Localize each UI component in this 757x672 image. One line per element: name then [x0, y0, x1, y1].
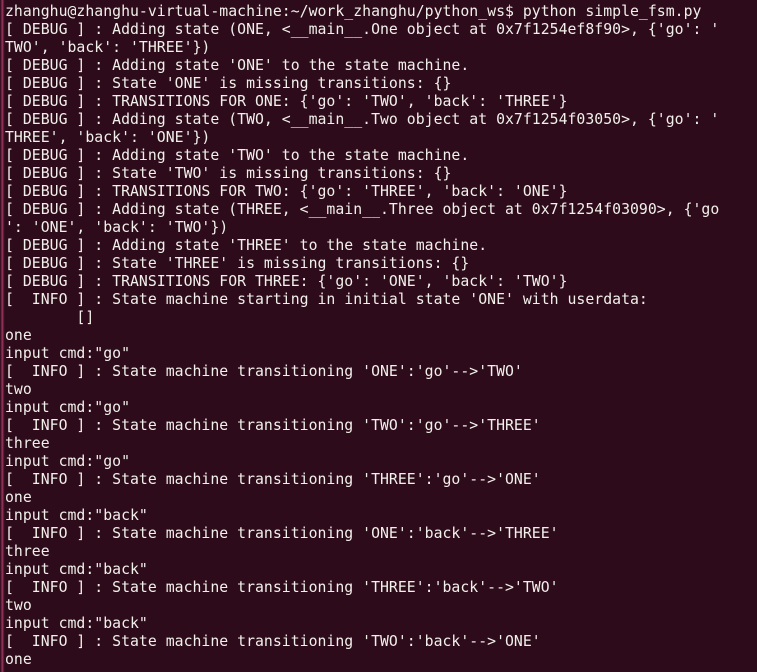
terminal-scrollbar[interactable]	[0, 0, 5, 672]
terminal-line: [ INFO ] : State machine transitioning '…	[5, 363, 523, 380]
terminal-line: [ INFO ] : State machine transitioning '…	[5, 471, 541, 488]
terminal-line: [ INFO ] : State machine starting in ini…	[5, 291, 648, 308]
terminal-line: input cmd:"go"	[5, 399, 130, 416]
terminal-line: one	[5, 327, 32, 344]
terminal-line: TWO', 'back': 'THREE'})	[5, 39, 211, 56]
terminal-line: [ DEBUG ] : TRANSITIONS FOR ONE: {'go': …	[5, 93, 568, 110]
terminal-line: [ DEBUG ] : Adding state 'TWO' to the st…	[5, 147, 470, 164]
terminal-line: [ DEBUG ] : State 'THREE' is missing tra…	[5, 255, 470, 272]
terminal-line: ': 'ONE', 'back': 'TWO'})	[5, 219, 229, 236]
terminal-line: [ DEBUG ] : TRANSITIONS FOR THREE: {'go'…	[5, 273, 568, 290]
terminal-line: [ DEBUG ] : TRANSITIONS FOR TWO: {'go': …	[5, 183, 568, 200]
terminal-line: THREE', 'back': 'ONE'})	[5, 129, 211, 146]
terminal-line: two	[5, 381, 32, 398]
terminal-line: two	[5, 597, 32, 614]
terminal-line: [ DEBUG ] : Adding state 'ONE' to the st…	[5, 57, 470, 74]
terminal-line: input cmd:"back"	[5, 561, 148, 578]
terminal-line: [ DEBUG ] : Adding state (ONE, <__main__…	[5, 21, 720, 38]
terminal-line: input cmd:"go"	[5, 453, 130, 470]
terminal-line: []	[5, 309, 95, 326]
terminal-line: input cmd:"back"	[5, 507, 148, 524]
terminal-line: [ INFO ] : State machine transitioning '…	[5, 525, 559, 542]
terminal-window[interactable]: zhanghu@zhanghu-virtual-machine:~/work_z…	[0, 0, 757, 672]
terminal-line: [ INFO ] : State machine transitioning '…	[5, 633, 541, 650]
terminal-line: one	[5, 489, 32, 506]
terminal-line: one	[5, 651, 32, 668]
terminal-line: [ DEBUG ] : Adding state (TWO, <__main__…	[5, 111, 720, 128]
terminal-line: [ DEBUG ] : Adding state (THREE, <__main…	[5, 201, 720, 218]
terminal-line: three	[5, 543, 50, 560]
terminal-line: [ INFO ] : State machine transitioning '…	[5, 579, 559, 596]
terminal-line: [ DEBUG ] : State 'TWO' is missing trans…	[5, 165, 452, 182]
terminal-line: three	[5, 435, 50, 452]
prompt-line: zhanghu@zhanghu-virtual-machine:~/work_z…	[5, 3, 702, 20]
terminal-line: [ INFO ] : State machine transitioning '…	[5, 417, 541, 434]
terminal-line: [ DEBUG ] : Adding state 'THREE' to the …	[5, 237, 488, 254]
terminal-line: input cmd:"go"	[5, 345, 130, 362]
terminal-line: input cmd:"back"	[5, 615, 148, 632]
terminal-line: [ DEBUG ] : State 'ONE' is missing trans…	[5, 75, 452, 92]
terminal-output-area[interactable]: zhanghu@zhanghu-virtual-machine:~/work_z…	[0, 0, 757, 672]
